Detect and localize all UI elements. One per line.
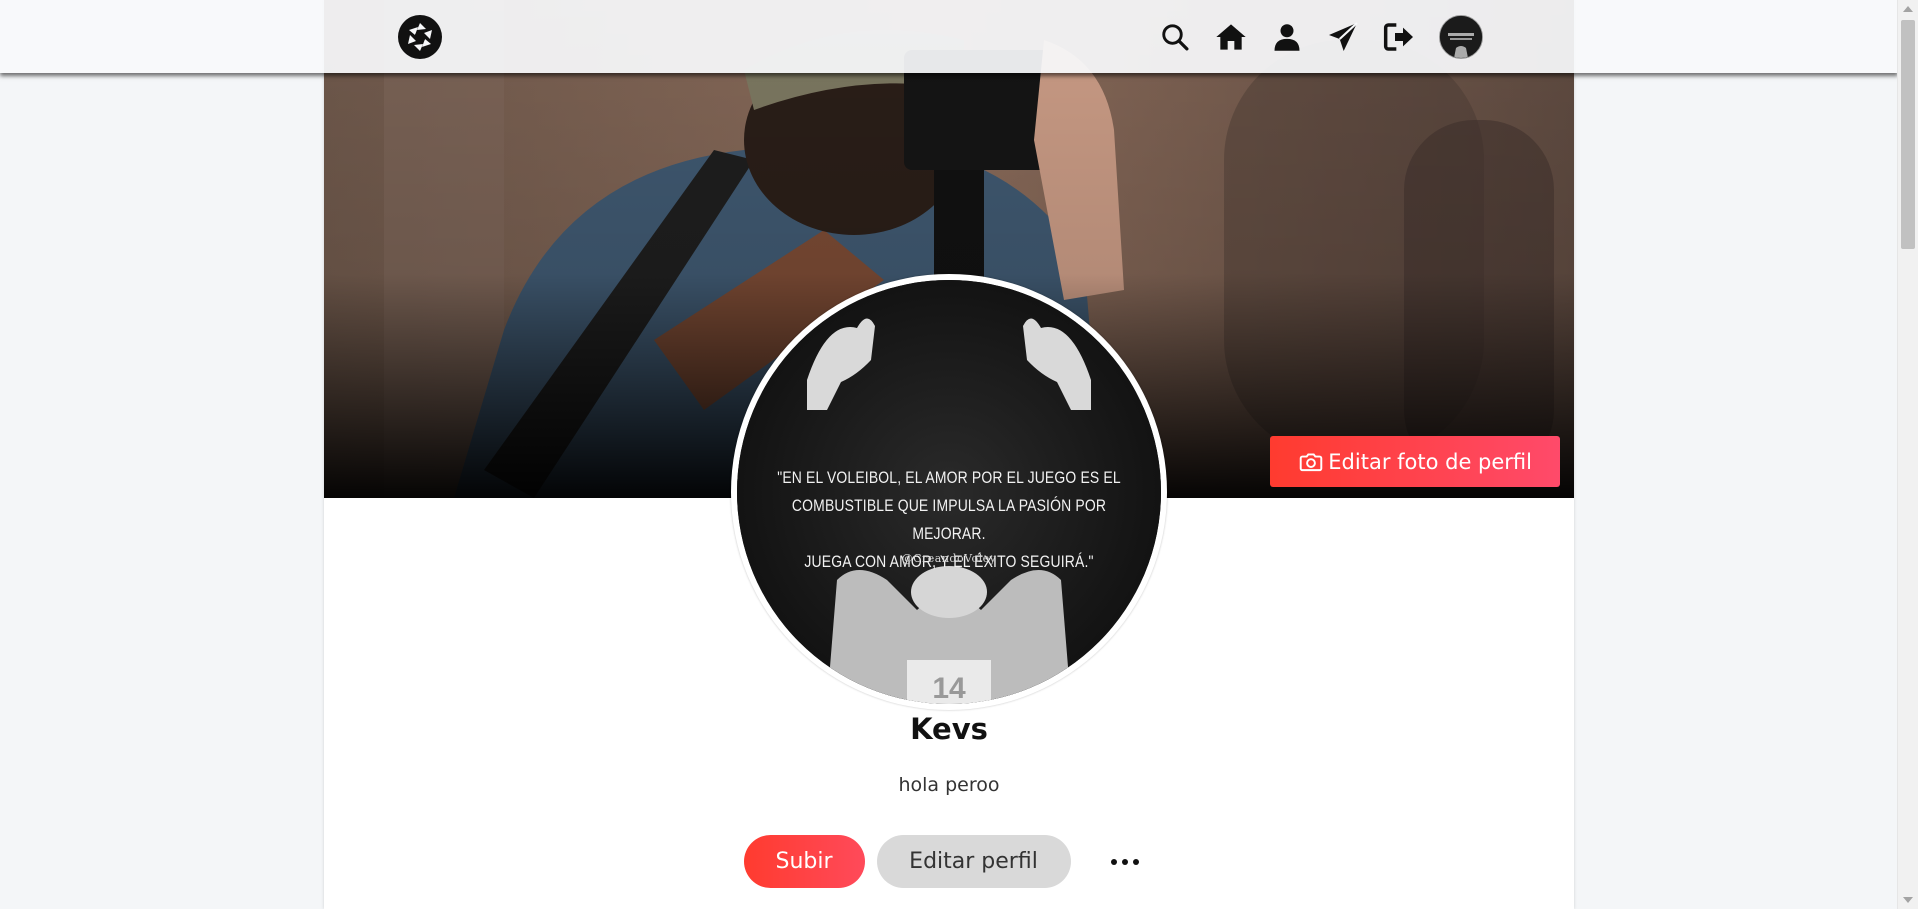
home-icon[interactable] bbox=[1213, 19, 1249, 55]
page-scrollbar[interactable] bbox=[1897, 0, 1918, 909]
more-horizontal-icon bbox=[1132, 858, 1139, 865]
user-icon[interactable] bbox=[1269, 19, 1305, 55]
search-icon[interactable] bbox=[1157, 19, 1193, 55]
camera-aperture-icon[interactable] bbox=[397, 14, 443, 60]
profile-avatar[interactable]: 14 "EN EL VOLEIBOL, EL AMOR POR EL JUEGO… bbox=[737, 280, 1161, 704]
more-options-button[interactable] bbox=[1095, 835, 1155, 888]
logout-icon[interactable] bbox=[1381, 19, 1417, 55]
send-icon[interactable] bbox=[1325, 19, 1361, 55]
avatar-handle-text: @CreandoVoley bbox=[901, 552, 997, 565]
svg-text:14: 14 bbox=[932, 672, 966, 704]
scrollbar-thumb[interactable] bbox=[1901, 20, 1915, 249]
top-navbar bbox=[0, 0, 1898, 73]
profile-actions: Subir Editar perfil bbox=[324, 835, 1574, 888]
nav-icon-group bbox=[1157, 14, 1483, 60]
more-horizontal-icon bbox=[1110, 858, 1117, 865]
camera-icon bbox=[1298, 449, 1324, 475]
profile-column: Editar foto de perfil 14 "EN EL VOLEIBOL… bbox=[324, 0, 1574, 909]
scroll-down-icon[interactable] bbox=[1903, 897, 1913, 903]
edit-profile-button[interactable]: Editar perfil bbox=[876, 835, 1071, 888]
profile-name: Kevs bbox=[910, 712, 988, 746]
edit-cover-photo-label: Editar foto de perfil bbox=[1328, 449, 1532, 474]
page: Editar foto de perfil 14 "EN EL VOLEIBOL… bbox=[0, 0, 1918, 909]
avatar-quote-line: "EN EL VOLEIBOL, EL AMOR POR EL JUEGO ES… bbox=[777, 468, 1121, 487]
nav-user-avatar[interactable] bbox=[1439, 15, 1483, 59]
profile-avatar-frame: 14 "EN EL VOLEIBOL, EL AMOR POR EL JUEGO… bbox=[731, 274, 1167, 710]
scroll-up-icon[interactable] bbox=[1903, 6, 1913, 12]
more-horizontal-icon bbox=[1121, 858, 1128, 865]
upload-button[interactable]: Subir bbox=[743, 835, 865, 888]
profile-bio: hola peroo bbox=[898, 774, 1000, 796]
edit-cover-photo-button[interactable]: Editar foto de perfil bbox=[1270, 436, 1560, 487]
avatar-quote-line: COMBUSTIBLE QUE IMPULSA LA PASIÓN POR ME… bbox=[791, 496, 1107, 543]
